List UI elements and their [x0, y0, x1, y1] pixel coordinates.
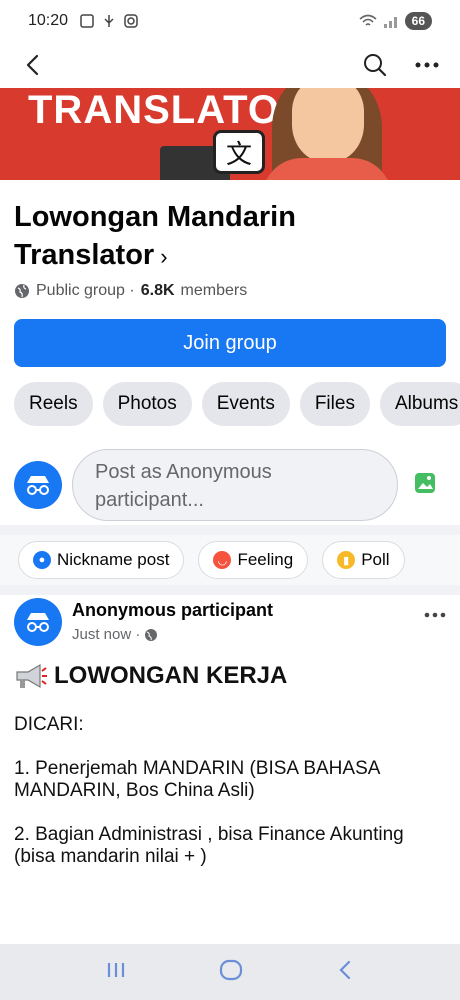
section-divider: [0, 525, 460, 535]
post-more-button[interactable]: [424, 598, 446, 624]
join-group-button[interactable]: Join group: [14, 319, 446, 367]
more-icon: [424, 612, 446, 618]
wifi-icon: [359, 14, 377, 26]
group-title[interactable]: Lowongan Mandarin Translator ›: [14, 198, 414, 276]
recent-apps-icon: [108, 962, 125, 977]
back-arrow-icon: [26, 54, 39, 76]
system-nav-bar: [0, 944, 460, 1000]
nickname-icon: ●: [33, 551, 51, 569]
tab-reels[interactable]: Reels: [14, 382, 93, 426]
tab-photos[interactable]: Photos: [102, 382, 192, 426]
home-button[interactable]: [218, 958, 244, 987]
section-divider: [0, 585, 460, 595]
globe-icon: [15, 284, 29, 298]
nickname-post-label: Nickname post: [57, 550, 170, 569]
chevron-right-icon: ›: [160, 244, 168, 269]
signal-icon: [383, 17, 397, 28]
screenshot-icon: [80, 14, 94, 28]
poll-label: Poll: [361, 550, 390, 569]
more-icon: [415, 62, 439, 68]
instagram-icon: [124, 14, 138, 28]
more-options-button[interactable]: [410, 48, 444, 82]
battery-indicator: 66: [404, 12, 432, 30]
home-icon: [219, 959, 243, 980]
person-face: [292, 88, 364, 162]
post-line: 2. Bagian Administrasi , bisa Finance Ak…: [14, 824, 404, 867]
search-button[interactable]: [358, 48, 392, 82]
member-label: members: [180, 282, 248, 299]
post-line: 1. Penerjemah MANDARIN (BISA BAHASA MAND…: [14, 758, 380, 801]
nav-actions: [358, 48, 444, 82]
status-right: 66: [359, 12, 432, 30]
tab-events[interactable]: Events: [201, 382, 290, 426]
post-composer: Post as Anonymous participant...: [14, 448, 446, 522]
tab-files[interactable]: Files: [299, 382, 370, 426]
notification-icons: [80, 14, 138, 28]
anonymous-avatar[interactable]: [14, 461, 62, 509]
usb-icon: [104, 15, 114, 27]
status-bar: 10:20 66: [0, 0, 460, 42]
feeling-label: Feeling: [237, 550, 294, 569]
globe-icon: [145, 628, 158, 641]
back-button[interactable]: [16, 48, 50, 82]
post-actions: ● Nickname post ◡ Feeling ▮ Poll: [0, 535, 460, 585]
post-timestamp: Just now ·: [72, 626, 273, 643]
back-icon: [339, 960, 350, 979]
post-header: Anonymous participant Just now ·: [14, 598, 446, 654]
composer-input[interactable]: Post as Anonymous participant...: [72, 449, 398, 521]
group-meta: Public group · 6.8K members: [14, 282, 247, 300]
post-time-text: Just now ·: [72, 626, 141, 643]
add-photo-button[interactable]: [414, 472, 436, 499]
post-heading: LOWONGAN KERJA: [14, 660, 434, 692]
post-meta: Anonymous participant Just now ·: [72, 598, 273, 643]
cover-text: TRANSLATOR: [28, 88, 310, 132]
tab-albums[interactable]: Albums: [379, 382, 460, 426]
group-tabs: Reels Photos Events Files Albums: [14, 382, 460, 426]
group-name: Lowongan Mandarin Translator: [14, 201, 296, 271]
post-author-avatar[interactable]: [14, 598, 62, 646]
search-icon: [364, 54, 387, 77]
privacy-label: Public group ·: [36, 282, 135, 299]
incognito-icon: [27, 476, 49, 495]
status-time: 10:20: [28, 12, 69, 29]
post-heading-text: LOWONGAN KERJA: [54, 662, 288, 689]
photo-icon: [415, 472, 435, 493]
poll-icon: ▮: [337, 551, 356, 569]
top-nav: [0, 42, 460, 88]
megaphone-icon: [16, 663, 47, 689]
recent-apps-button[interactable]: [105, 960, 127, 985]
poll-button[interactable]: ▮ Poll: [322, 541, 405, 579]
translate-bubble-icon: 文: [213, 130, 265, 174]
post-body: LOWONGAN KERJA DICARI: 1. Penerjemah MAN…: [14, 660, 434, 868]
system-back-button[interactable]: [335, 959, 355, 986]
feeling-button[interactable]: ◡ Feeling: [198, 541, 309, 579]
nickname-post-button[interactable]: ● Nickname post: [18, 541, 185, 579]
post-line: DICARI:: [14, 714, 84, 735]
feeling-icon: ◡: [213, 551, 232, 569]
cover-photo[interactable]: TRANSLATOR 文: [0, 88, 460, 180]
incognito-icon: [27, 613, 49, 632]
member-count[interactable]: 6.8K: [141, 282, 175, 300]
post-author[interactable]: Anonymous participant: [72, 598, 273, 622]
